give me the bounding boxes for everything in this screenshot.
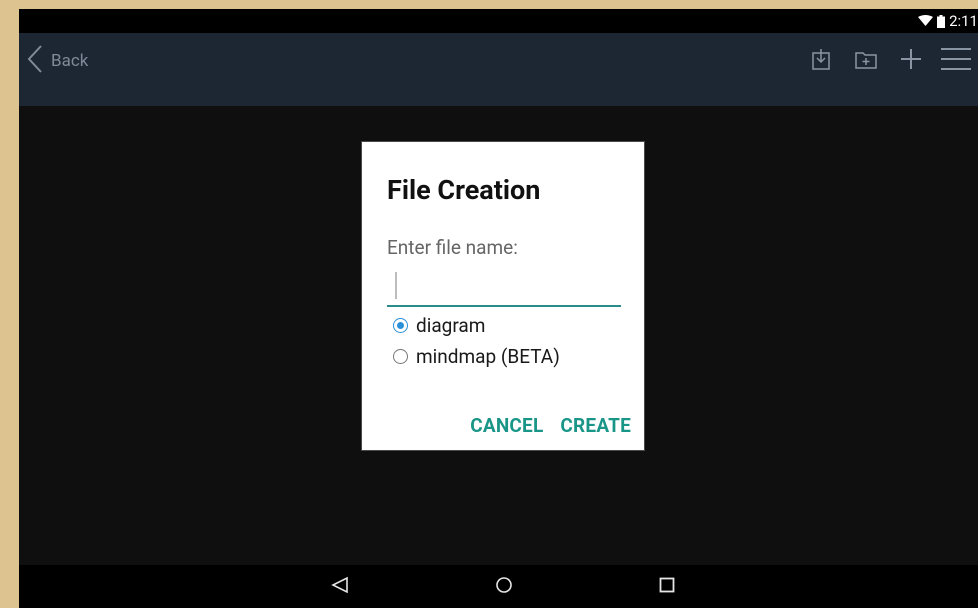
clock: 2:11: [949, 12, 978, 30]
recents-nav-icon: [658, 576, 676, 598]
option-mindmap-label: mindmap (BETA): [416, 345, 560, 368]
file-name-prompt: Enter file name:: [387, 236, 518, 259]
cancel-button[interactable]: CANCEL: [470, 414, 543, 437]
add-button[interactable]: [888, 44, 933, 74]
menu-button[interactable]: [933, 44, 978, 74]
back-nav-icon: [331, 576, 349, 598]
file-creation-dialog: File Creation Enter file name: diagram m…: [361, 141, 645, 451]
nav-back-button[interactable]: [326, 575, 354, 599]
dialog-actions: CANCEL CREATE: [470, 414, 631, 437]
home-nav-icon: [495, 576, 513, 598]
device-screen: 2:11 Back File Creation Enter file name:…: [19, 9, 978, 608]
nav-home-button[interactable]: [490, 575, 518, 599]
battery-icon: [937, 14, 946, 28]
import-icon: [811, 48, 830, 70]
menu-icon: [940, 46, 971, 72]
new-folder-button[interactable]: [843, 44, 888, 74]
nav-recents-button[interactable]: [653, 575, 681, 599]
add-icon: [900, 48, 922, 70]
navigation-bar: [19, 565, 978, 608]
toolbar: [798, 44, 978, 74]
new-folder-icon: [854, 49, 877, 69]
wifi-icon: [918, 15, 934, 27]
status-indicators: 2:11: [918, 9, 978, 33]
file-name-input[interactable]: [387, 267, 621, 307]
option-diagram[interactable]: diagram: [393, 314, 485, 337]
status-bar: 2:11: [19, 9, 978, 33]
radio-mindmap-icon[interactable]: [393, 349, 408, 364]
radio-diagram-icon[interactable]: [393, 318, 408, 333]
option-diagram-label: diagram: [416, 314, 486, 337]
text-cursor: [395, 272, 397, 299]
option-mindmap[interactable]: mindmap (BETA): [393, 345, 560, 368]
action-bar: Back: [19, 33, 978, 106]
create-button[interactable]: CREATE: [560, 414, 631, 437]
import-button[interactable]: [798, 44, 843, 74]
dialog-title: File Creation: [387, 174, 541, 206]
back-button[interactable]: Back: [27, 44, 89, 79]
back-label: Back: [51, 51, 89, 71]
chevron-left-icon: [27, 44, 43, 79]
